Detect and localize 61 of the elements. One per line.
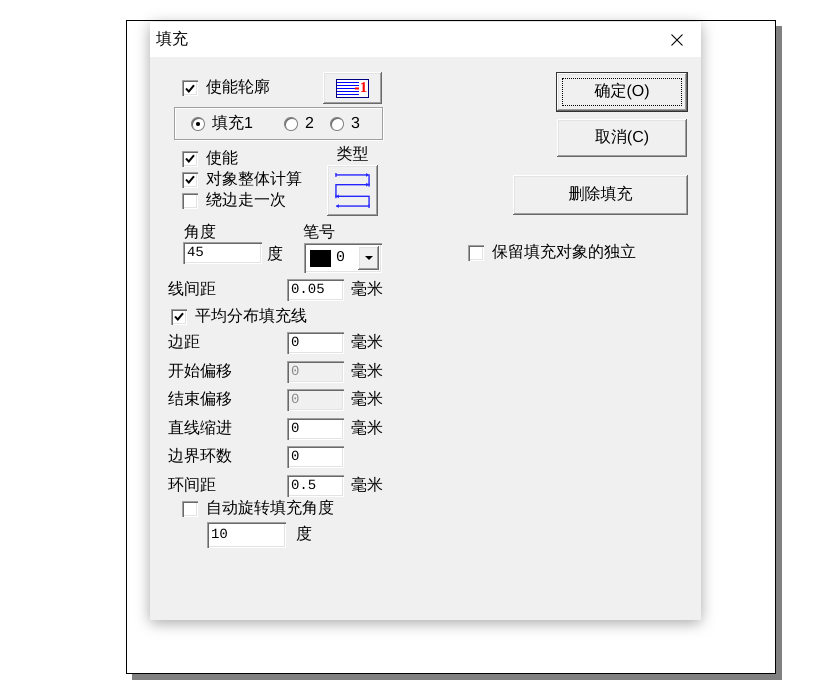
- checkbox-label[interactable]: 平均分布填充线: [195, 308, 307, 326]
- text-field[interactable]: 0: [287, 446, 344, 468]
- checkbox[interactable]: [182, 172, 198, 188]
- field-label: 直线缩进: [168, 420, 233, 438]
- field-label: 结束偏移: [168, 391, 233, 410]
- field-label: 边距: [168, 334, 201, 352]
- checkmark-icon: [174, 312, 184, 321]
- text-field[interactable]: 0: [287, 418, 344, 440]
- text-field[interactable]: 10: [207, 522, 286, 548]
- checkbox-label[interactable]: 使能轮廓: [206, 79, 270, 97]
- field-label: 角度: [183, 224, 216, 242]
- unit-label: 毫米: [351, 281, 383, 299]
- dropdown-button[interactable]: [358, 246, 379, 270]
- text-field[interactable]: 0.05: [287, 279, 344, 301]
- unit-label: 毫米: [351, 476, 383, 495]
- delete-fill-button[interactable]: 删除填充: [513, 175, 688, 215]
- window-title: 填充: [156, 30, 188, 50]
- checkbox[interactable]: [468, 244, 484, 260]
- checkbox[interactable]: [182, 192, 198, 208]
- unit-label: 度: [267, 246, 283, 264]
- checkbox-label[interactable]: 保留填充对象的独立: [492, 244, 636, 262]
- checkmark-icon: [185, 175, 195, 184]
- checkbox[interactable]: [182, 501, 198, 517]
- dialog-button[interactable]: 取消(C): [556, 118, 688, 158]
- serpentine-path-icon: [334, 172, 371, 209]
- pen-select[interactable]: 0: [304, 243, 382, 273]
- unit-label: 毫米: [351, 334, 383, 352]
- checkbox-label[interactable]: 对象整体计算: [206, 170, 302, 188]
- text-field[interactable]: 0: [287, 332, 344, 354]
- checkbox[interactable]: [182, 80, 198, 96]
- unit-label: 毫米: [351, 420, 383, 438]
- checkbox-label[interactable]: 绕边走一次: [206, 192, 286, 210]
- unit-label: 度: [296, 526, 312, 544]
- unit-label: 毫米: [351, 391, 383, 410]
- hatch-lines-icon: [337, 80, 359, 96]
- radio-button[interactable]: [330, 116, 344, 130]
- field-label: 笔号: [303, 224, 335, 242]
- radio-label[interactable]: 填充1: [212, 114, 253, 132]
- text-field[interactable]: 0.5: [287, 474, 344, 497]
- checkmark-icon: [185, 154, 195, 163]
- dialog-button[interactable]: 确定(O): [556, 72, 688, 112]
- text-field[interactable]: 45: [183, 242, 262, 264]
- outline-preview-button[interactable]: 1: [323, 72, 382, 104]
- checkbox[interactable]: [182, 150, 198, 166]
- radio-button[interactable]: [284, 116, 298, 130]
- fill-type-button[interactable]: [327, 165, 378, 216]
- type-label: 类型: [336, 145, 368, 165]
- checkbox-label[interactable]: 自动旋转填充角度: [206, 500, 334, 518]
- field-label: 环间距: [168, 476, 217, 495]
- close-icon: [671, 34, 683, 46]
- field-label: 边界环数: [168, 448, 233, 466]
- checkbox-label[interactable]: 使能: [206, 150, 238, 168]
- field-label: 开始偏移: [168, 362, 233, 381]
- checkmark-icon: [185, 84, 195, 92]
- radio-button[interactable]: [191, 116, 205, 130]
- caret-down-icon: [364, 256, 372, 260]
- checkbox[interactable]: [171, 308, 187, 324]
- unit-label: 毫米: [351, 362, 383, 381]
- field-label: 线间距: [168, 281, 217, 299]
- radio-label[interactable]: 2: [305, 114, 314, 132]
- radio-label[interactable]: 3: [351, 114, 360, 132]
